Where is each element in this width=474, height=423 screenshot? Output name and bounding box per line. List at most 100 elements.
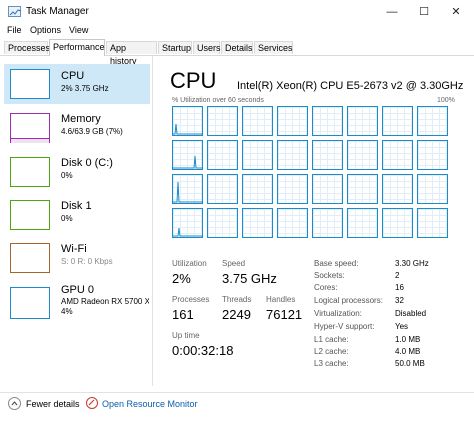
logical-processor-graph	[207, 140, 238, 170]
sidebar-item-disk-1[interactable]: Disk 1 0%	[4, 195, 150, 235]
menu-view[interactable]: View	[69, 25, 88, 35]
cpu-model: Intel(R) Xeon(R) CPU E5-2673 v2 @ 3.30GH…	[237, 80, 464, 92]
detail-label-hyper-v: Hyper-V support:	[314, 322, 375, 331]
open-resource-monitor-link[interactable]: Open Resource Monitor	[102, 399, 198, 409]
detail-value-sockets: 2	[395, 271, 400, 280]
logical-processor-graph	[277, 140, 308, 170]
close-button[interactable]: ✕	[440, 0, 472, 24]
detail-label-virtualization: Virtualization:	[314, 309, 362, 318]
detail-label-logical-processors: Logical processors:	[314, 296, 383, 305]
detail-label-sockets: Sockets:	[314, 271, 345, 280]
memory-thumbnail-graph	[10, 113, 50, 143]
logical-processor-graph	[347, 208, 378, 238]
detail-value-l1-cache: 1.0 MB	[395, 335, 421, 344]
logical-processor-graph	[242, 140, 273, 170]
sidebar-item-wifi[interactable]: Wi-Fi S: 0 R: 0 Kbps	[4, 238, 150, 278]
logical-processor-graphs	[172, 106, 456, 242]
tab-details[interactable]: Details	[221, 41, 253, 54]
sidebar-item-cpu[interactable]: CPU 2% 3.75 GHz	[4, 64, 150, 104]
logical-processor-graph	[417, 208, 448, 238]
tab-processes[interactable]: Processes	[4, 41, 50, 54]
logical-processor-graph	[382, 140, 413, 170]
sidebar-item-title: CPU	[61, 70, 85, 82]
uptime-label: Up time	[172, 331, 200, 340]
wifi-thumbnail-graph	[10, 243, 50, 273]
logical-processor-graph	[242, 174, 273, 204]
logical-processor-graph	[207, 106, 238, 136]
sidebar-item-title: GPU 0	[61, 284, 95, 296]
logical-processor-graph	[312, 174, 343, 204]
cpu-thumbnail-graph	[10, 69, 50, 99]
logical-processor-graph	[312, 140, 343, 170]
tab-performance[interactable]: Performance	[49, 39, 105, 56]
tab-app-history[interactable]: App history	[106, 41, 157, 66]
menu-file[interactable]: File	[7, 25, 22, 35]
logical-processor-graph	[347, 140, 378, 170]
sidebar-item-subtitle: 0%	[61, 171, 73, 180]
sidebar-item-subtitle-2: 4%	[61, 307, 73, 316]
tab-startup[interactable]: Startup	[158, 41, 192, 54]
detail-label-base-speed: Base speed:	[314, 259, 359, 268]
logical-processor-graph	[172, 208, 203, 238]
logical-processor-graph	[382, 208, 413, 238]
processes-label: Processes	[172, 295, 210, 304]
logical-processor-graph	[382, 106, 413, 136]
logical-processor-graph	[312, 208, 343, 238]
sidebar-item-title: Wi-Fi	[61, 243, 87, 255]
maximize-button[interactable]: ☐	[408, 0, 440, 24]
detail-label-l3-cache: L3 cache:	[314, 359, 349, 368]
tab-users[interactable]: Users	[193, 41, 221, 54]
disk-1-thumbnail-graph	[10, 200, 50, 230]
sidebar-item-subtitle: AMD Radeon RX 5700 X	[61, 297, 149, 306]
logical-processor-graph	[417, 174, 448, 204]
sidebar-item-gpu-0[interactable]: GPU 0 AMD Radeon RX 5700 X 4%	[4, 281, 150, 327]
logical-processor-graph	[242, 208, 273, 238]
uptime-value: 0:00:32:18	[172, 343, 234, 358]
detail-value-base-speed: 3.30 GHz	[395, 259, 429, 268]
logical-processor-graph	[417, 106, 448, 136]
fewer-details-button[interactable]: Fewer details	[26, 399, 80, 409]
detail-value-logical-processors: 32	[395, 296, 404, 305]
sidebar-item-subtitle: S: 0 R: 0 Kbps	[61, 257, 113, 266]
detail-value-l2-cache: 4.0 MB	[395, 347, 421, 356]
handles-label: Handles	[266, 295, 296, 304]
resource-monitor-icon[interactable]	[86, 397, 98, 409]
utilization-label: Utilization	[172, 259, 207, 268]
logical-processor-graph	[172, 140, 203, 170]
sidebar-item-title: Disk 0 (C:)	[61, 157, 113, 169]
detail-label-cores: Cores:	[314, 283, 338, 292]
logical-processor-graph	[382, 174, 413, 204]
menu-options[interactable]: Options	[30, 25, 61, 35]
speed-label: Speed	[222, 259, 246, 268]
minimize-button[interactable]: —	[376, 0, 408, 24]
sidebar-item-subtitle: 4.6/63.9 GB (7%)	[61, 127, 123, 136]
utilization-graph-label: % Utilization over 60 seconds	[172, 97, 264, 104]
logical-processor-graph	[277, 106, 308, 136]
chevron-up-icon[interactable]	[8, 397, 21, 410]
task-manager-app-icon	[8, 6, 22, 17]
sidebar-item-title: Memory	[61, 113, 101, 125]
logical-processor-graph	[207, 174, 238, 204]
detail-value-virtualization: Disabled	[395, 309, 427, 318]
threads-label: Threads	[222, 295, 252, 304]
sidebar-item-memory[interactable]: Memory 4.6/63.9 GB (7%)	[4, 108, 150, 148]
logical-processor-graph	[312, 106, 343, 136]
sidebar-item-disk-0[interactable]: Disk 0 (C:) 0%	[4, 152, 150, 192]
memory-thumbnail-fill	[11, 138, 49, 143]
logical-processor-graph	[242, 106, 273, 136]
sidebar-item-subtitle: 0%	[61, 214, 73, 223]
logical-processor-graph	[172, 174, 203, 204]
logical-processor-graph	[347, 106, 378, 136]
detail-value-hyper-v: Yes	[395, 322, 409, 331]
detail-label-l2-cache: L2 cache:	[314, 347, 349, 356]
speed-value: 3.75 GHz	[222, 271, 277, 286]
page-title: CPU	[170, 68, 217, 93]
threads-value: 2249	[222, 307, 251, 322]
logical-processor-graph	[347, 174, 378, 204]
tab-services[interactable]: Services	[254, 41, 293, 54]
detail-value-cores: 16	[395, 283, 404, 292]
logical-processor-graph	[277, 208, 308, 238]
utilization-value: 2%	[172, 271, 191, 286]
gpu-thumbnail-graph	[10, 287, 50, 319]
sidebar-item-title: Disk 1	[61, 200, 92, 212]
